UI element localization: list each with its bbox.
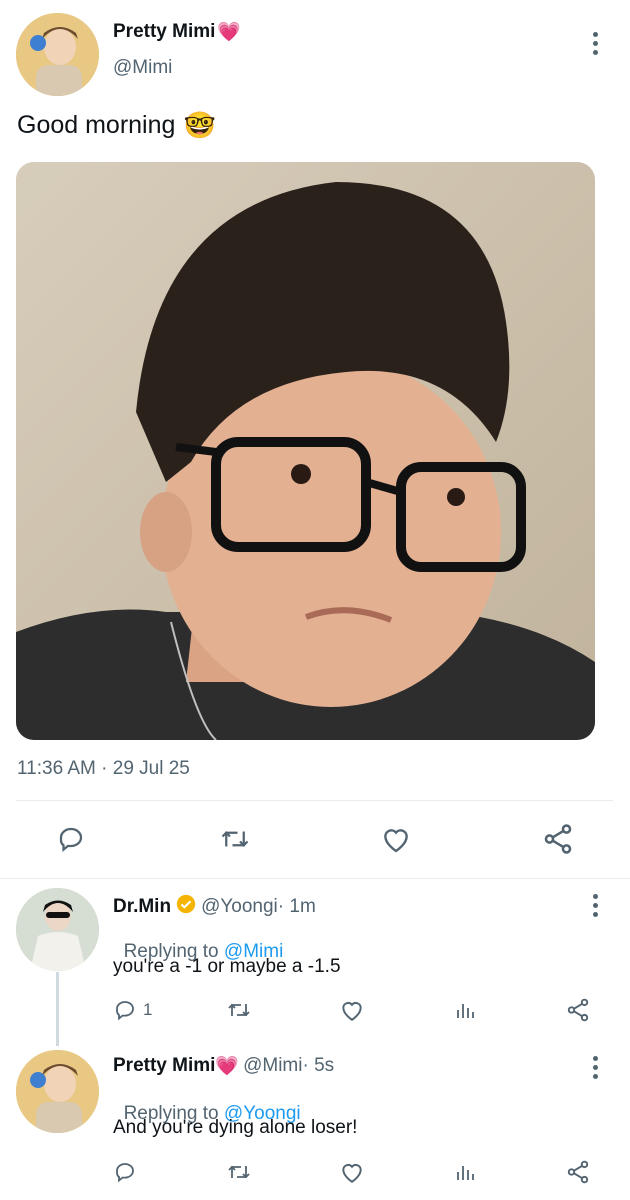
reply-count: 1	[143, 1000, 153, 1019]
tweet-photo[interactable]	[16, 162, 595, 740]
like-icon[interactable]	[339, 1160, 365, 1184]
retweet-icon[interactable]	[225, 1160, 253, 1184]
reply-icon[interactable]: 1	[113, 998, 152, 1022]
verified-badge-icon	[175, 893, 197, 920]
divider	[0, 878, 630, 879]
reply-avatar-mimi[interactable]	[16, 1050, 99, 1133]
reply-1-handle[interactable]: @Yoongi	[201, 896, 278, 918]
reply-icon[interactable]	[56, 824, 86, 854]
tweet-text-content: Good morning	[17, 111, 176, 139]
reply-icon[interactable]	[113, 1160, 137, 1184]
pink-heart-emoji: 💗	[217, 22, 242, 43]
reply-2-handle[interactable]: @Mimi	[243, 1055, 302, 1077]
thread-line	[56, 972, 59, 1046]
selfie-photo-icon	[16, 162, 595, 740]
retweet-icon[interactable]	[218, 824, 252, 854]
reply-1-text: you're a -1 or maybe a -1.5	[113, 956, 341, 977]
reply-2-display-name[interactable]: Pretty Mimi	[113, 1055, 215, 1077]
pink-heart-emoji: 💗	[215, 1056, 240, 1077]
author-name-row: Pretty Mimi 💗	[113, 20, 241, 44]
tweet-text: Good morning 🤓	[17, 110, 216, 141]
reply-2-header: Pretty Mimi 💗 @Mimi · 5s	[113, 1054, 334, 1078]
reply-1-header: Dr.Min @Yoongi · 1m	[113, 893, 316, 920]
author-display-name[interactable]: Pretty Mimi	[113, 21, 215, 43]
divider	[16, 800, 613, 801]
like-icon[interactable]	[380, 824, 412, 854]
share-icon[interactable]	[541, 822, 575, 856]
analytics-icon[interactable]	[453, 998, 477, 1022]
retweet-icon[interactable]	[225, 998, 253, 1022]
more-options-icon[interactable]	[590, 894, 600, 917]
author-avatar[interactable]	[16, 13, 99, 96]
author-handle[interactable]: @Mimi	[113, 57, 172, 79]
reply-avatar-drmin[interactable]	[16, 888, 99, 971]
reply-1-display-name[interactable]: Dr.Min	[113, 896, 171, 918]
reply-2-text: And you're dying alone loser!	[113, 1117, 358, 1138]
tweet-timestamp[interactable]: 11:36 AM · 29 Jul 25	[17, 758, 190, 780]
nerd-face-emoji: 🤓	[183, 110, 216, 140]
more-options-icon[interactable]	[590, 32, 600, 55]
share-icon[interactable]	[565, 997, 591, 1023]
analytics-icon[interactable]	[453, 1160, 477, 1184]
more-options-icon[interactable]	[590, 1056, 600, 1079]
like-icon[interactable]	[339, 998, 365, 1022]
share-icon[interactable]	[565, 1159, 591, 1185]
reply-2-time: · 5s	[302, 1055, 335, 1076]
reply-1-time: · 1m	[277, 895, 316, 917]
